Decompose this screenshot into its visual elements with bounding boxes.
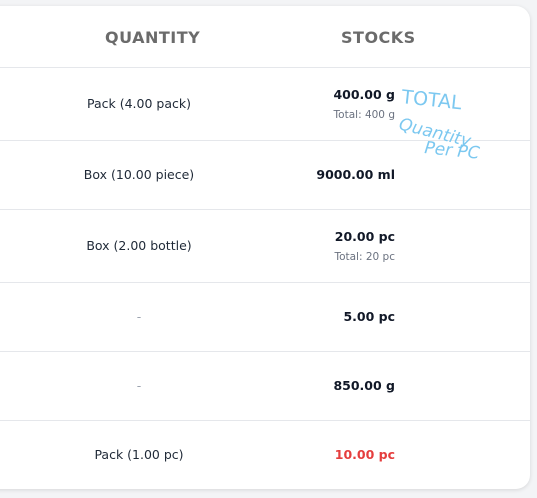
stock-cell: 400.00 g Total: 400 g (333, 87, 395, 122)
stock-value: 5.00 pc (343, 309, 395, 324)
stock-total: Total: 400 g (333, 109, 395, 121)
stock-cell: 20.00 pc Total: 20 pc (334, 229, 395, 264)
quantity-cell: Pack (4.00 pack) (87, 96, 191, 111)
stock-cell: 850.00 g (333, 378, 395, 394)
stock-value: 20.00 pc (334, 229, 395, 244)
table-header: QUANTITY STOCKS (0, 6, 530, 68)
quantity-cell: Pack (1.00 pc) (94, 447, 184, 462)
table-row[interactable]: Box (2.00 bottle) 20.00 pc Total: 20 pc (0, 210, 530, 283)
table-row[interactable]: Pack (4.00 pack) 400.00 g Total: 400 g (0, 67, 530, 141)
stock-cell: 9000.00 ml (316, 167, 395, 183)
stock-cell: 5.00 pc (343, 309, 395, 325)
stock-value: 9000.00 ml (316, 167, 395, 182)
quantity-cell: - (136, 378, 142, 393)
quantity-cell: - (136, 309, 142, 324)
stock-value: 400.00 g (333, 87, 395, 102)
table-row[interactable]: Box (10.00 piece) 9000.00 ml (0, 141, 530, 210)
stock-cell: 10.00 pc (335, 447, 395, 463)
stocks-column-header[interactable]: STOCKS (341, 28, 416, 47)
quantity-column-header[interactable]: QUANTITY (105, 28, 200, 47)
inventory-table-card: QUANTITY STOCKS Pack (4.00 pack) 400.00 … (0, 6, 530, 489)
stock-value-low: 10.00 pc (334, 447, 395, 462)
stock-value: 850.00 g (333, 378, 395, 393)
table-row[interactable]: - 5.00 pc (0, 283, 530, 352)
stock-total: Total: 20 pc (334, 251, 395, 263)
table-row[interactable]: - 850.00 g (0, 352, 530, 421)
quantity-cell: Box (10.00 piece) (83, 167, 195, 182)
quantity-cell: Box (2.00 bottle) (86, 238, 192, 253)
table-row[interactable]: Pack (1.00 pc) 10.00 pc (0, 421, 530, 489)
